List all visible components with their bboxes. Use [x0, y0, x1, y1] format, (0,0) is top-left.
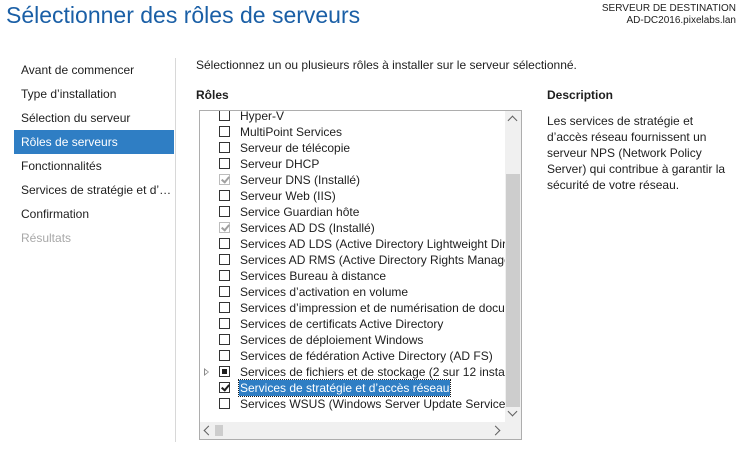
- role-label: Services Bureau à distance: [240, 269, 387, 283]
- role-label: Services de fichiers et de stockage (2 s…: [240, 365, 505, 379]
- roles-list-viewport: Hyper-V MultiPoint Services Serveur de tél…: [200, 111, 505, 422]
- roles-list[interactable]: Hyper-V MultiPoint Services Serveur de tél…: [199, 110, 522, 440]
- chevron-right-icon[interactable]: [490, 425, 501, 436]
- destination-label: SERVEUR DE DESTINATION: [601, 3, 736, 14]
- role-label: Serveur DNS (Installé): [240, 173, 361, 187]
- role-checkbox[interactable]: [219, 398, 230, 409]
- role-checkbox[interactable]: [219, 126, 230, 137]
- horizontal-scrollbar[interactable]: [200, 422, 505, 439]
- role-label: Services d’impression et de numérisation…: [240, 301, 505, 315]
- nav-item-7[interactable]: Confirmation: [14, 202, 174, 226]
- nav-item-6[interactable]: Services de stratégie et d’…: [14, 178, 174, 202]
- role-checkbox[interactable]: [219, 302, 230, 313]
- role-row[interactable]: Services de fichiers et de stockage (2 s…: [200, 364, 505, 380]
- role-checkbox[interactable]: [219, 158, 230, 169]
- nav-item-1[interactable]: Avant de commencer: [14, 58, 174, 82]
- nav-item-8: Résultats: [21, 231, 72, 245]
- vertical-scroll-thumb[interactable]: [506, 174, 520, 407]
- role-row[interactable]: Serveur de télécopie: [200, 140, 505, 156]
- role-row[interactable]: Services de certificats Active Directory: [200, 316, 505, 332]
- role-row[interactable]: Services WSUS (Windows Server Update Ser…: [200, 396, 505, 412]
- description-text: Les services de stratégie et d’accès rés…: [547, 114, 726, 192]
- nav-item-2[interactable]: Type d’installation: [14, 82, 174, 106]
- role-row[interactable]: Hyper-V: [200, 111, 505, 124]
- role-row[interactable]: Service Guardian hôte: [200, 204, 505, 220]
- triangle-right-icon[interactable]: [204, 368, 209, 376]
- role-checkbox[interactable]: [219, 206, 230, 217]
- role-label: Services AD RMS (Active Directory Rights…: [240, 253, 505, 267]
- role-checkbox[interactable]: [219, 254, 230, 265]
- nav-separator: [175, 58, 176, 442]
- role-row[interactable]: Services d’activation en volume: [200, 284, 505, 300]
- role-row[interactable]: Services de stratégie et d’accès réseau: [200, 379, 505, 397]
- description-heading: Description: [547, 88, 614, 102]
- chevron-down-icon[interactable]: [507, 406, 518, 417]
- role-checkbox[interactable]: [219, 366, 230, 377]
- role-label: Services de stratégie et d’accès réseau: [237, 379, 452, 397]
- role-checkbox: [219, 222, 230, 233]
- role-label: Services de déploiement Windows: [240, 333, 424, 347]
- role-row[interactable]: Services de déploiement Windows: [200, 332, 505, 348]
- role-row[interactable]: Services AD DS (Installé): [200, 220, 505, 236]
- role-label: Service Guardian hôte: [240, 205, 360, 219]
- role-row[interactable]: Services Bureau à distance: [200, 268, 505, 284]
- role-checkbox[interactable]: [219, 142, 230, 153]
- nav-item-4[interactable]: Rôles de serveurs: [14, 130, 174, 154]
- role-label: Services AD LDS (Active Directory Lightw…: [240, 237, 505, 251]
- role-row[interactable]: Services de fédération Active Directory …: [200, 348, 505, 364]
- role-label: Services de certificats Active Directory: [240, 317, 444, 331]
- role-label: Serveur Web (IIS): [240, 189, 336, 203]
- role-label: Hyper-V: [240, 111, 285, 123]
- nav-item-5[interactable]: Fonctionnalités: [14, 154, 174, 178]
- role-row[interactable]: Services AD LDS (Active Directory Lightw…: [200, 236, 505, 252]
- checkmark-icon: [221, 382, 230, 392]
- role-row[interactable]: Serveur DNS (Installé): [200, 172, 505, 188]
- chevron-up-icon[interactable]: [507, 115, 518, 126]
- role-label: Services WSUS (Windows Server Update Ser…: [240, 397, 505, 411]
- role-label: Services AD DS (Installé): [240, 221, 375, 235]
- role-checkbox[interactable]: [219, 190, 230, 201]
- role-row[interactable]: MultiPoint Services: [200, 124, 505, 140]
- role-row[interactable]: Services d’impression et de numérisation…: [200, 300, 505, 316]
- role-checkbox[interactable]: [219, 334, 230, 345]
- role-checkbox: [219, 174, 230, 185]
- role-label: Serveur de télécopie: [240, 141, 351, 155]
- horizontal-scroll-thumb[interactable]: [215, 425, 223, 436]
- destination-server: SERVEUR DE DESTINATION AD-DC2016.pixelab…: [602, 3, 736, 27]
- role-row[interactable]: Services AD RMS (Active Directory Rights…: [200, 252, 505, 268]
- roles-heading: Rôles: [196, 88, 229, 102]
- role-checkbox[interactable]: [219, 382, 230, 393]
- role-row[interactable]: Serveur Web (IIS): [200, 188, 505, 204]
- role-checkbox[interactable]: [219, 238, 230, 249]
- wizard-nav: Avant de commencer Type d’installation Sél…: [14, 58, 174, 250]
- role-label: Services de fédération Active Directory …: [240, 349, 493, 363]
- checkmark-icon: [221, 174, 230, 184]
- nav-item-3[interactable]: Sélection du serveur: [14, 106, 174, 130]
- page-title: Sélectionner des rôles de serveurs: [6, 2, 361, 28]
- instruction-text: Sélectionnez un ou plusieurs rôles à ins…: [196, 58, 577, 72]
- scrollbar-corner: [505, 422, 521, 439]
- destination-server-name: AD-DC2016.pixelabs.lan: [626, 15, 736, 26]
- role-label: Serveur DHCP: [240, 157, 320, 171]
- role-checkbox[interactable]: [219, 270, 230, 281]
- role-checkbox[interactable]: [219, 286, 230, 297]
- chevron-left-icon[interactable]: [203, 425, 214, 436]
- vertical-scrollbar[interactable]: [505, 111, 521, 422]
- role-checkbox[interactable]: [219, 318, 230, 329]
- role-checkbox[interactable]: [219, 111, 230, 121]
- role-checkbox[interactable]: [219, 350, 230, 361]
- role-label: MultiPoint Services: [240, 125, 343, 139]
- role-label: Services d’activation en volume: [240, 285, 409, 299]
- checkmark-icon: [221, 222, 230, 232]
- role-row[interactable]: Serveur DHCP: [200, 156, 505, 172]
